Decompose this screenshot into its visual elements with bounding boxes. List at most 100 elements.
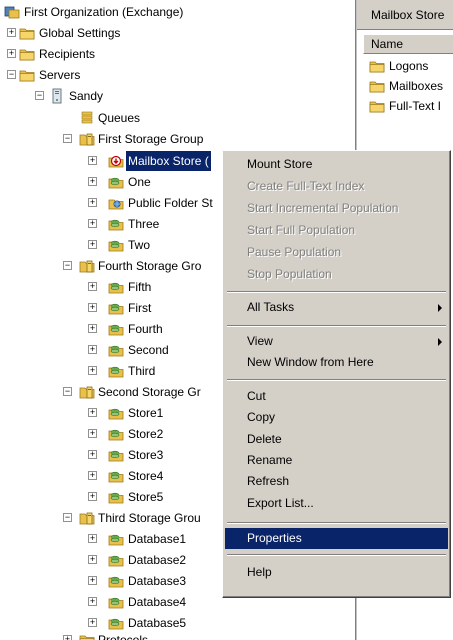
folder-icon <box>369 58 385 74</box>
menu-separator <box>227 291 446 293</box>
tree-label: Database3 <box>128 574 187 588</box>
tree-label: First <box>128 301 152 315</box>
expand-icon[interactable]: + <box>88 534 97 543</box>
folder-icon <box>19 46 35 62</box>
expand-icon[interactable]: + <box>7 28 16 37</box>
list-item-label: Mailboxes <box>389 79 444 93</box>
menu-item-rename[interactable]: Rename <box>225 450 448 471</box>
store-icon <box>108 531 124 547</box>
context-menu: Mount Store Create Full-Text Index Start… <box>222 150 451 598</box>
expand-icon[interactable]: + <box>88 555 97 564</box>
store-icon <box>108 300 124 316</box>
expand-icon[interactable]: + <box>88 471 97 480</box>
tree-label: Database2 <box>128 553 187 567</box>
menu-item-copy[interactable]: Copy <box>225 407 448 428</box>
store-icon <box>108 363 124 379</box>
tree-label: Protocols <box>98 633 149 640</box>
mailbox-store-icon <box>108 153 124 169</box>
server-icon <box>49 88 65 104</box>
menu-item-refresh[interactable]: Refresh <box>225 471 448 492</box>
expand-icon[interactable]: + <box>88 198 97 207</box>
menu-item-create-full-text-index: Create Full-Text Index <box>247 179 365 193</box>
expand-icon[interactable]: + <box>88 345 97 354</box>
store-icon <box>108 447 124 463</box>
tree-label: Store1 <box>128 406 164 420</box>
menu-item-mount-store[interactable]: Mount Store <box>225 154 448 175</box>
menu-item-cut[interactable]: Cut <box>225 386 448 407</box>
submenu-arrow-icon <box>438 338 442 346</box>
menu-item-help[interactable]: Help <box>225 562 448 583</box>
tree-label: Queues <box>98 111 141 125</box>
expand-icon[interactable]: + <box>88 597 97 606</box>
column-header-name[interactable]: Name <box>363 34 453 54</box>
expand-icon[interactable]: + <box>88 219 97 228</box>
expand-icon[interactable]: + <box>88 618 97 627</box>
tree-label: Third <box>128 364 156 378</box>
tree-label: Second <box>128 343 169 357</box>
menu-item-export-list[interactable]: Export List... <box>225 493 448 514</box>
collapse-icon[interactable]: − <box>35 91 44 100</box>
menu-item-delete[interactable]: Delete <box>225 429 448 450</box>
menu-item-pause-population: Pause Population <box>247 245 342 259</box>
tree-label: Public Folder St <box>128 196 213 210</box>
expand-icon[interactable]: + <box>88 492 97 501</box>
tree-label: Fourth <box>128 322 163 336</box>
expand-icon[interactable]: + <box>88 240 97 249</box>
storage-group-icon <box>79 384 95 400</box>
collapse-icon[interactable]: − <box>7 70 16 79</box>
storage-group-icon <box>79 131 95 147</box>
submenu-arrow-icon <box>438 304 442 312</box>
expand-icon[interactable]: + <box>88 408 97 417</box>
folder-icon <box>369 98 385 114</box>
tree-label: Store3 <box>128 448 164 462</box>
tree-label: Recipients <box>39 47 96 61</box>
tree-label: Database1 <box>128 532 187 546</box>
collapse-icon[interactable]: − <box>63 513 72 522</box>
menu-separator <box>227 522 446 524</box>
list-item-label: Full-Text I <box>389 99 442 113</box>
public-folder-icon <box>108 195 124 211</box>
expand-icon[interactable]: + <box>88 366 97 375</box>
store-icon <box>108 573 124 589</box>
collapse-icon[interactable]: − <box>63 387 72 396</box>
tree-label: Fourth Storage Gro <box>98 259 202 273</box>
expand-icon[interactable]: + <box>7 49 16 58</box>
menu-item-stop-population: Stop Population <box>247 267 332 281</box>
tree-label: Two <box>128 238 151 252</box>
tree-label: Database4 <box>128 595 187 609</box>
tree-label: Sandy <box>69 89 104 103</box>
tree-label: Third Storage Grou <box>98 511 201 525</box>
expand-icon[interactable]: + <box>88 177 97 186</box>
tree-label: Store4 <box>128 469 164 483</box>
tree-label: Fifth <box>128 280 152 294</box>
menu-item-new-window[interactable]: New Window from Here <box>225 352 448 373</box>
expand-icon[interactable]: + <box>88 576 97 585</box>
store-icon <box>108 321 124 337</box>
details-title: Mailbox Store <box>357 0 453 30</box>
collapse-icon[interactable]: − <box>63 134 72 143</box>
menu-item-all-tasks[interactable]: All Tasks <box>225 297 448 318</box>
tree-label: Global Settings <box>39 26 121 40</box>
tree-label-selected: Mailbox Store ( <box>126 151 211 171</box>
store-icon <box>108 615 124 631</box>
store-icon <box>108 174 124 190</box>
expand-icon[interactable]: + <box>63 635 72 640</box>
expand-icon[interactable]: + <box>88 429 97 438</box>
folder-icon <box>369 78 385 94</box>
tree-label: First Organization (Exchange) <box>24 5 184 19</box>
expand-icon[interactable]: + <box>88 324 97 333</box>
collapse-icon[interactable]: − <box>63 261 72 270</box>
menu-item-view[interactable]: View <box>225 331 448 352</box>
expand-icon[interactable]: + <box>88 282 97 291</box>
storage-group-icon <box>79 510 95 526</box>
expand-icon[interactable]: + <box>88 303 97 312</box>
store-icon <box>108 279 124 295</box>
menu-item-properties[interactable]: Properties <box>225 528 448 549</box>
store-icon <box>108 342 124 358</box>
expand-icon[interactable]: + <box>88 156 97 165</box>
store-icon <box>108 216 124 232</box>
folder-icon <box>19 25 35 41</box>
tree-label: Servers <box>39 68 81 82</box>
store-icon <box>108 405 124 421</box>
expand-icon[interactable]: + <box>88 450 97 459</box>
